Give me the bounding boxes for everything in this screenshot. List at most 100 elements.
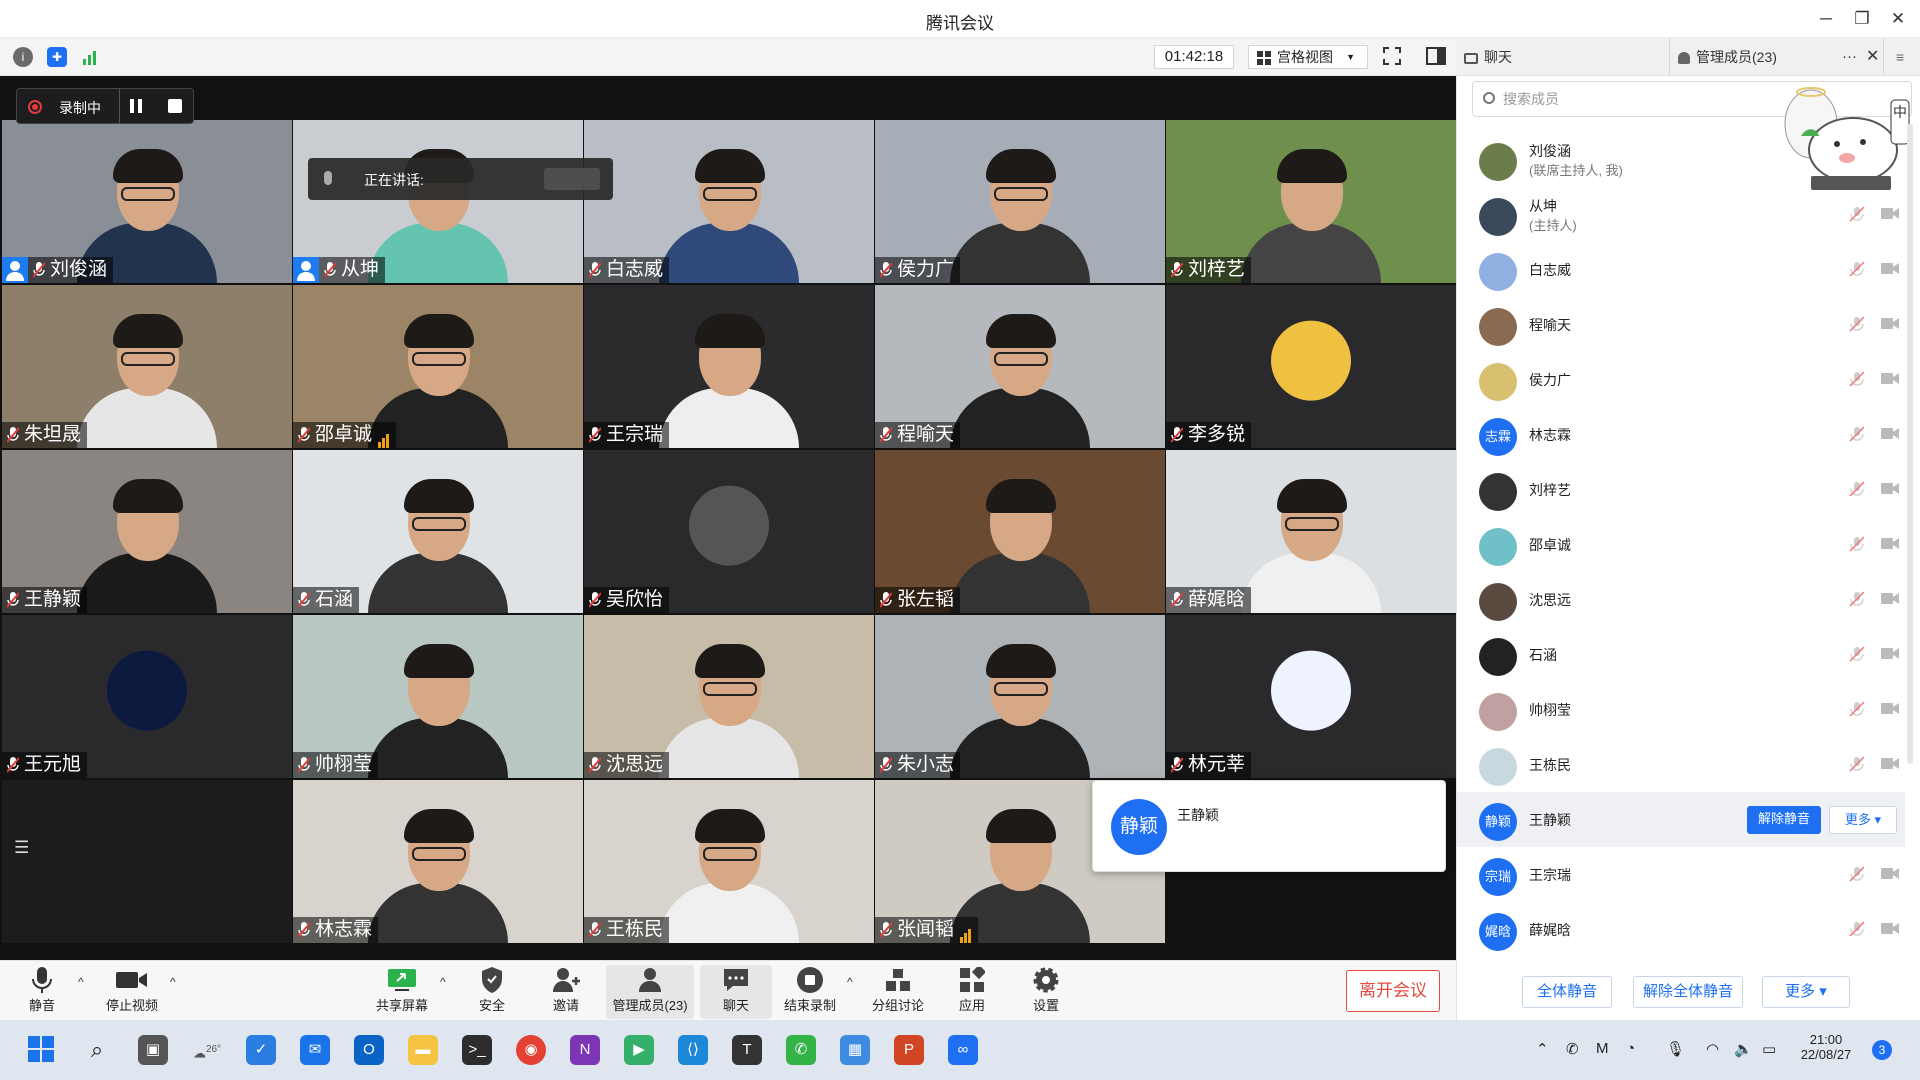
muted-mic-icon[interactable] xyxy=(1849,481,1865,497)
chrome-icon[interactable]: ◉ xyxy=(516,1035,546,1065)
camera-icon[interactable] xyxy=(1881,317,1899,330)
video-tile[interactable]: 王元旭 xyxy=(2,615,292,778)
sidebar-toggle-icon[interactable] xyxy=(1426,46,1446,66)
member-row[interactable]: 沈思远 xyxy=(1457,572,1905,627)
member-row[interactable]: 志霖 林志霖 xyxy=(1457,407,1905,462)
video-tile[interactable]: 从坤 xyxy=(293,120,583,283)
record-options-caret[interactable]: ^ xyxy=(847,975,853,989)
muted-mic-icon[interactable] xyxy=(1849,426,1865,442)
member-row[interactable]: 帅栩莹 xyxy=(1457,682,1905,737)
clock[interactable]: 21:00 22/08/27 xyxy=(1796,1032,1856,1062)
security-button[interactable]: 安全 xyxy=(456,965,528,1019)
stop-icon[interactable] xyxy=(168,99,182,113)
member-row[interactable]: 刘俊涵 (联席主持人, 我) xyxy=(1457,132,1905,187)
video-tile[interactable]: 林志霖 xyxy=(293,780,583,943)
camera-icon[interactable] xyxy=(1881,262,1899,275)
camera-icon[interactable] xyxy=(1881,207,1899,220)
video-tile[interactable]: 朱小志 xyxy=(875,615,1165,778)
member-row[interactable]: 王栋民 xyxy=(1457,737,1905,792)
mute-options-caret[interactable]: ^ xyxy=(78,975,84,989)
wechat-tray-icon[interactable]: ✆ xyxy=(1566,1040,1579,1058)
video-tile[interactable]: 李多锐 xyxy=(1166,285,1456,448)
video-tile[interactable]: 帅栩莹 xyxy=(293,615,583,778)
search-icon[interactable]: ⌕ xyxy=(82,1035,112,1065)
video-tile[interactable]: 刘梓艺 xyxy=(1166,120,1456,283)
close-panel-icon[interactable]: ✕ xyxy=(1866,38,1879,76)
unmute-button[interactable]: 解除静音 xyxy=(1747,806,1821,834)
leave-meeting-button[interactable]: 离开会议 xyxy=(1346,970,1440,1012)
video-tile[interactable]: 石涵 xyxy=(293,450,583,613)
video-tile[interactable]: 邵卓诚 xyxy=(293,285,583,448)
video-tile[interactable]: 沈思远 xyxy=(584,615,874,778)
folder-icon[interactable]: ▬ xyxy=(408,1035,438,1065)
member-row[interactable]: 侯力广 xyxy=(1457,352,1905,407)
mute-button[interactable]: 静音 xyxy=(6,965,78,1019)
video-tile[interactable]: 刘俊涵 xyxy=(2,120,292,283)
pause-icon[interactable] xyxy=(130,99,142,113)
member-row[interactable]: 刘梓艺 xyxy=(1457,462,1905,517)
notification-badge[interactable]: 3 xyxy=(1872,1040,1892,1060)
video-tile[interactable]: 王宗瑞 xyxy=(584,285,874,448)
member-row[interactable]: 白志威 xyxy=(1457,242,1905,297)
terminal-icon[interactable]: >_ xyxy=(462,1035,492,1065)
chevron-up-icon[interactable]: ⌃ xyxy=(1536,1040,1549,1058)
member-row[interactable]: 邵卓诚 xyxy=(1457,517,1905,572)
share-options-caret[interactable]: ^ xyxy=(440,975,446,989)
tencent-meeting-icon[interactable]: ∞ xyxy=(948,1035,978,1065)
unmute-all-button[interactable]: 解除全体静音 xyxy=(1633,976,1743,1008)
muted-mic-icon[interactable] xyxy=(1849,261,1865,277)
tab-chat[interactable]: 聊天 xyxy=(1464,38,1664,76)
settings-button[interactable]: 设置 xyxy=(1010,965,1082,1019)
member-row[interactable]: 从坤 (主持人) xyxy=(1457,187,1905,242)
apps-button[interactable]: 应用 xyxy=(936,965,1008,1019)
end-recording-button[interactable]: 结束录制 xyxy=(772,965,848,1019)
onenote-icon[interactable]: N xyxy=(570,1035,600,1065)
muted-mic-icon[interactable] xyxy=(1849,591,1865,607)
mute-all-button[interactable]: 全体静音 xyxy=(1522,976,1612,1008)
network-signal-icon[interactable] xyxy=(81,47,101,67)
more-options-button[interactable]: 更多 ▾ xyxy=(1762,976,1850,1008)
list-icon[interactable]: ☰ xyxy=(14,838,36,857)
outlook-icon[interactable]: O xyxy=(354,1035,384,1065)
info-icon[interactable]: i xyxy=(13,47,33,67)
muted-mic-icon[interactable] xyxy=(1849,866,1865,882)
member-row[interactable]: 石涵 xyxy=(1457,627,1905,682)
camera-icon[interactable] xyxy=(1881,867,1899,880)
camera-icon[interactable] xyxy=(1881,647,1899,660)
camera-icon[interactable] xyxy=(1881,482,1899,495)
mail-icon[interactable]: ✉ xyxy=(300,1035,330,1065)
powerpoint-icon[interactable]: P xyxy=(894,1035,924,1065)
muted-mic-icon[interactable] xyxy=(1849,316,1865,332)
vscode-icon[interactable]: ⟨⟩ xyxy=(678,1035,708,1065)
muted-mic-icon[interactable] xyxy=(1849,756,1865,772)
camera-icon[interactable] xyxy=(1881,372,1899,385)
member-row[interactable]: 程喻天 xyxy=(1457,297,1905,352)
breakout-rooms-button[interactable]: 分组讨论 xyxy=(862,965,934,1019)
archive-icon[interactable]: ▦ xyxy=(840,1035,870,1065)
member-row[interactable]: 娓晗 薛娓晗 xyxy=(1457,902,1905,957)
video-tile[interactable]: 王静颖 xyxy=(2,450,292,613)
camera-icon[interactable] xyxy=(1881,537,1899,550)
minimize-button[interactable]: ─ xyxy=(1812,6,1840,32)
more-icon[interactable]: ··· xyxy=(1842,38,1857,76)
close-button[interactable]: ✕ xyxy=(1884,6,1912,32)
ime-tray-icon[interactable]: M xyxy=(1596,1040,1609,1057)
battery-icon[interactable]: ▭ xyxy=(1762,1040,1776,1058)
typora-icon[interactable]: T xyxy=(732,1035,762,1065)
wechat-icon[interactable]: ✆ xyxy=(786,1035,816,1065)
video-tile[interactable]: 薛娓晗 xyxy=(1166,450,1456,613)
camera-icon[interactable] xyxy=(1881,702,1899,715)
muted-mic-icon[interactable] xyxy=(1849,206,1865,222)
restore-button[interactable]: ❐ xyxy=(1848,6,1876,32)
video-tile[interactable]: 朱坦晟 xyxy=(2,285,292,448)
member-more-button[interactable]: 更多 ▾ xyxy=(1829,806,1897,834)
invite-button[interactable]: 邀请 xyxy=(530,965,602,1019)
member-row[interactable]: 宗瑞 王宗瑞 xyxy=(1457,847,1905,902)
video-tile[interactable]: 侯力广 xyxy=(875,120,1165,283)
muted-mic-icon[interactable] xyxy=(1849,701,1865,717)
muted-mic-icon[interactable] xyxy=(1849,921,1865,937)
wifi-icon[interactable]: ◠ xyxy=(1706,1040,1719,1058)
todo-icon[interactable]: ✓ xyxy=(246,1035,276,1065)
menu-icon[interactable]: ≡ xyxy=(1896,38,1904,76)
task-view-icon[interactable]: ▣ xyxy=(138,1035,168,1065)
